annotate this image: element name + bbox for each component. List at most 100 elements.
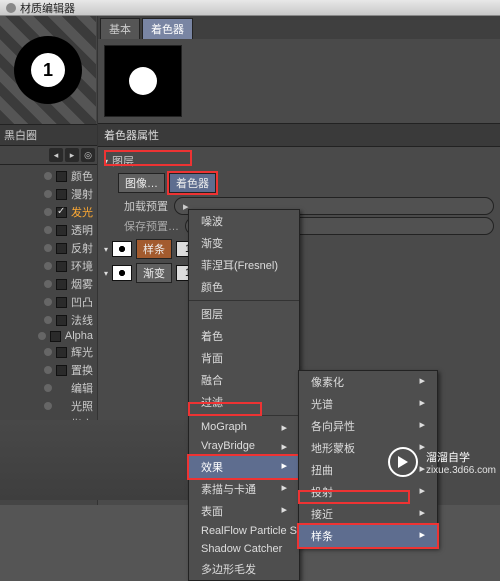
arrow-right-icon[interactable]: ▸ xyxy=(65,148,79,162)
menu-item[interactable]: 渐变 xyxy=(189,232,299,254)
channel-checkbox[interactable] xyxy=(56,297,67,308)
menu-item[interactable]: 过滤 xyxy=(189,391,299,413)
menu-item[interactable]: VrayBridge▸ xyxy=(189,437,299,456)
disclosure-icon[interactable]: ▾ xyxy=(104,269,108,278)
channel-置换[interactable]: 置换 xyxy=(0,361,97,379)
menu-item[interactable]: Shadow Catcher xyxy=(189,540,299,558)
channel-漫射[interactable]: 漫射 xyxy=(0,185,97,203)
channel-反射[interactable]: 反射 xyxy=(0,239,97,257)
chevron-right-icon: ▸ xyxy=(281,440,287,453)
channel-烟雾[interactable]: 烟雾 xyxy=(0,275,97,293)
channel-dot-icon xyxy=(38,332,46,340)
disclosure-icon[interactable]: ▾ xyxy=(104,157,108,166)
channel-dot-icon xyxy=(44,366,52,374)
channel-label: 烟雾 xyxy=(71,276,93,292)
menu-item[interactable]: RealFlow Particle Shader xyxy=(189,522,299,540)
shader-context-menu: 噪波渐变菲涅耳(Fresnel)颜色图层着色背面融合过滤 MoGraph▸Vray… xyxy=(188,209,300,581)
channel-label: 置换 xyxy=(71,362,93,378)
menu-item[interactable]: 噪波 xyxy=(189,210,299,232)
menu-item[interactable]: MoGraph▸ xyxy=(189,418,299,437)
gradient-chip[interactable]: 渐变 xyxy=(136,263,172,283)
channel-label: Alpha xyxy=(65,330,93,342)
channel-辉光[interactable]: 辉光 xyxy=(0,343,97,361)
arrow-left-icon[interactable]: ◂ xyxy=(49,148,63,162)
channel-label: 辉光 xyxy=(71,344,93,360)
watermark-name: 溜溜自学 xyxy=(426,449,496,465)
tab-shader[interactable]: 着色器 xyxy=(142,18,193,39)
chevron-right-icon: ▸ xyxy=(419,418,425,434)
channel-dot-icon xyxy=(44,262,52,270)
channel-label: 颜色 xyxy=(71,168,93,184)
menu-item[interactable]: 融合 xyxy=(189,369,299,391)
load-preset-label: 加载预置 xyxy=(124,198,168,214)
tab-basic[interactable]: 基本 xyxy=(100,18,140,39)
channel-dot-icon xyxy=(44,226,52,234)
menu-item[interactable]: 光谱▸ xyxy=(299,393,437,415)
shader-chip[interactable]: 着色器 xyxy=(169,173,216,193)
menu-item[interactable]: 多边形毛发 xyxy=(189,558,299,580)
menu-item[interactable]: 素描与卡通▸ xyxy=(189,478,299,500)
channel-checkbox[interactable] xyxy=(56,279,67,290)
menu-item[interactable]: 背面 xyxy=(189,347,299,369)
window-title: 材质编辑器 xyxy=(20,0,75,16)
app-icon xyxy=(6,3,16,13)
viewport-bg xyxy=(0,420,188,500)
menu-item[interactable]: 表面▸ xyxy=(189,500,299,522)
channel-dot-icon xyxy=(44,208,52,216)
menu-item[interactable]: 图层 xyxy=(189,303,299,325)
menu-item[interactable]: 各向异性▸ xyxy=(299,415,437,437)
material-name[interactable]: 黑白圈 xyxy=(0,124,97,145)
menu-item[interactable]: 接近▸ xyxy=(299,503,437,525)
shader-props-header: 着色器属性 xyxy=(98,123,500,147)
watermark: 溜溜自学 zixue.3d66.com xyxy=(388,447,496,477)
menu-item[interactable]: 菲涅耳(Fresnel) xyxy=(189,254,299,276)
channel-checkbox[interactable] xyxy=(56,207,67,218)
layer-label: 图层 xyxy=(112,153,134,169)
channel-checkbox[interactable] xyxy=(56,347,67,358)
channel-dot-icon xyxy=(44,244,52,252)
channel-checkbox[interactable] xyxy=(56,189,67,200)
channel-checkbox[interactable] xyxy=(56,225,67,236)
channel-Alpha[interactable]: Alpha xyxy=(0,329,97,343)
menu-item[interactable]: 样条▸ xyxy=(299,525,437,547)
material-preview[interactable]: 1 xyxy=(0,16,96,124)
channel-dot-icon xyxy=(44,348,52,356)
channel-发光[interactable]: 发光 xyxy=(0,203,97,221)
channel-编辑[interactable]: 编辑 xyxy=(0,379,97,397)
channel-checkbox[interactable] xyxy=(56,365,67,376)
menu-item[interactable]: 着色 xyxy=(189,325,299,347)
channel-label: 反射 xyxy=(71,240,93,256)
menu-item[interactable]: 效果▸ xyxy=(189,456,299,478)
channel-凹凸[interactable]: 凹凸 xyxy=(0,293,97,311)
save-preset-label: 保存预置… xyxy=(124,218,179,234)
channel-法线[interactable]: 法线 xyxy=(0,311,97,329)
disclosure-icon[interactable]: ▾ xyxy=(104,245,108,254)
channel-label: 透明 xyxy=(71,222,93,238)
image-chip[interactable]: 图像… xyxy=(118,173,165,193)
channel-dot-icon xyxy=(44,402,52,410)
menu-item[interactable]: 投射▸ xyxy=(299,481,437,503)
menu-separator xyxy=(189,300,299,301)
menu-item[interactable]: 颜色 xyxy=(189,276,299,298)
channel-label: 凹凸 xyxy=(71,294,93,310)
channel-dot-icon xyxy=(44,298,52,306)
spline-chip[interactable]: 样条 xyxy=(136,239,172,259)
shader-thumb-icon[interactable] xyxy=(112,265,132,281)
chevron-right-icon: ▸ xyxy=(281,421,287,434)
channel-光照[interactable]: 光照 xyxy=(0,397,97,415)
shader-thumb-icon[interactable] xyxy=(112,241,132,257)
channel-checkbox[interactable] xyxy=(50,331,61,342)
channel-dot-icon xyxy=(44,316,52,324)
channel-checkbox[interactable] xyxy=(56,243,67,254)
channel-checkbox[interactable] xyxy=(56,261,67,272)
channel-环境[interactable]: 环境 xyxy=(0,257,97,275)
chevron-right-icon: ▸ xyxy=(419,484,425,500)
chevron-right-icon: ▸ xyxy=(419,506,425,522)
channel-checkbox[interactable] xyxy=(56,171,67,182)
shader-preview xyxy=(98,39,500,123)
channel-透明[interactable]: 透明 xyxy=(0,221,97,239)
menu-item[interactable]: 像素化▸ xyxy=(299,371,437,393)
channel-颜色[interactable]: 颜色 xyxy=(0,167,97,185)
target-icon[interactable]: ◎ xyxy=(81,148,95,162)
channel-checkbox[interactable] xyxy=(56,315,67,326)
